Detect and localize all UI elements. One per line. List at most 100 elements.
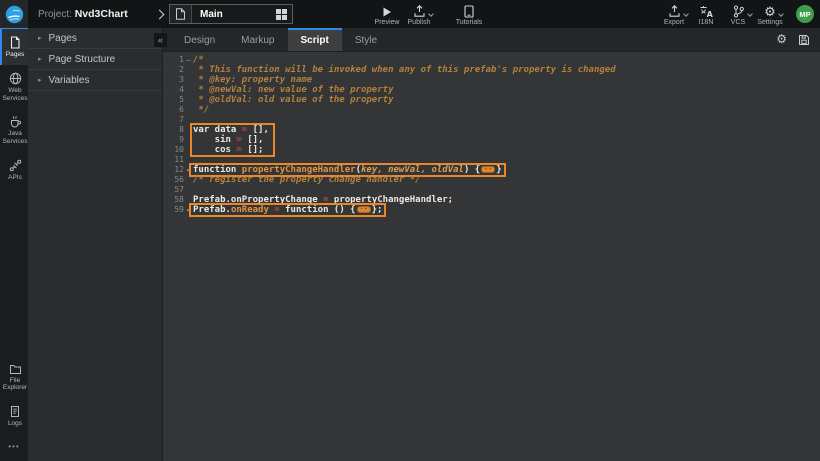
apis-icon: [9, 159, 22, 172]
code-text: /* register the property change handler …: [193, 175, 421, 185]
i18n-button[interactable]: AI18N: [690, 3, 722, 26]
sidebar-item-pages[interactable]: Pages: [0, 28, 28, 65]
sidebar-item-apis[interactable]: APIs: [0, 152, 28, 188]
sidebar-item-java-services[interactable]: Java Services: [0, 108, 28, 152]
pages-grid-icon[interactable]: [270, 5, 292, 23]
vcs-label: VCS: [731, 19, 745, 26]
page-file-icon: [170, 5, 192, 23]
settings-label: Settings: [757, 19, 782, 26]
breadcrumb-chevron-icon: [155, 9, 165, 19]
settings-button[interactable]: ⚙Settings: [754, 3, 786, 26]
fold-marker-icon: [184, 75, 193, 85]
script-code-editor[interactable]: 1–/*2 * This function will be invoked wh…: [163, 52, 820, 461]
tutorials-button[interactable]: Tutorials: [453, 3, 485, 26]
fold-marker-icon: [184, 115, 193, 125]
file-explorer-icon: [9, 363, 22, 375]
vcs-button[interactable]: VCS: [722, 3, 754, 26]
code-line[interactable]: 3 * @key: property name: [163, 75, 820, 85]
project-label: Project:: [38, 9, 72, 20]
fold-marker-icon[interactable]: –: [184, 55, 193, 65]
code-line[interactable]: 8var data = [],: [163, 125, 820, 135]
panel-section-variables[interactable]: ▸Variables: [28, 70, 162, 91]
topbar: Project: Nvd3Chart Main Preview Publish Tu…: [0, 0, 820, 28]
tab-style[interactable]: Style: [342, 28, 390, 51]
sidebar-item-file-explorer[interactable]: File Explorer: [0, 356, 28, 399]
tutorials-icon: [463, 5, 475, 18]
more-options-button[interactable]: •••: [0, 434, 28, 461]
code-line[interactable]: 12▸function propertyChangeHandler(key, n…: [163, 165, 820, 175]
save-button[interactable]: [798, 34, 810, 46]
code-text: var data = [],: [193, 125, 269, 135]
token: function () {: [280, 205, 356, 215]
panel-section-label: Variables: [49, 75, 90, 86]
code-text: * @newVal: new value of the property: [193, 85, 393, 95]
code-line[interactable]: 4 * @newVal: new value of the property: [163, 85, 820, 95]
token: /* register the property change handler …: [193, 175, 421, 185]
publish-button[interactable]: Publish: [403, 3, 435, 26]
tab-design[interactable]: Design: [171, 28, 228, 51]
app-logo[interactable]: [0, 0, 28, 28]
sidebar-item-web-services[interactable]: Web Services: [0, 65, 28, 109]
code-line[interactable]: 1–/*: [163, 55, 820, 65]
code-line[interactable]: 5 * @oldVal: old value of the property: [163, 95, 820, 105]
java-services-icon: [9, 115, 22, 128]
sidebar-item-logs[interactable]: Logs: [0, 398, 28, 434]
i18n-icon: A: [699, 5, 713, 18]
token: /*: [193, 55, 204, 65]
token: };: [372, 205, 383, 215]
token: }: [496, 165, 501, 175]
i18n-label: I18N: [699, 19, 714, 26]
line-number: 59: [167, 205, 184, 215]
studio-app: Project: Nvd3Chart Main Preview Publish Tu…: [0, 0, 820, 461]
line-number: 4: [167, 85, 184, 95]
code-line[interactable]: 9 sin = [],: [163, 135, 820, 145]
code-text: * @key: property name: [193, 75, 312, 85]
chevron-down-icon: [428, 11, 434, 17]
fold-marker-icon: [184, 95, 193, 105]
editor-settings-button[interactable]: ⚙: [776, 33, 787, 46]
pages-icon: [9, 36, 21, 49]
code-line[interactable]: 7: [163, 115, 820, 125]
fold-marker-icon: [184, 105, 193, 115]
panel-section-page-structure[interactable]: ▸Page Structure: [28, 49, 162, 70]
tab-markup[interactable]: Markup: [228, 28, 287, 51]
collapsed-code-widget[interactable]: ··: [481, 166, 495, 173]
code-line[interactable]: 11: [163, 155, 820, 165]
vcs-icon: [732, 5, 745, 18]
sidebar-item-label: Logs: [8, 420, 22, 428]
line-number: 9: [167, 135, 184, 145]
line-number: 7: [167, 115, 184, 125]
line-number: 57: [167, 185, 184, 195]
fold-marker-icon: [184, 195, 193, 205]
export-button[interactable]: Export: [658, 3, 690, 26]
code-text: * @oldVal: old value of the property: [193, 95, 393, 105]
publish-icon: [413, 5, 426, 18]
token: propertyChangeHandler: [242, 165, 356, 175]
fold-marker-icon: [184, 175, 193, 185]
token: function: [193, 165, 242, 175]
line-number: 10: [167, 145, 184, 155]
publish-label: Publish: [408, 19, 431, 26]
code-line[interactable]: 58Prefab.onPropertyChange = propertyChan…: [163, 195, 820, 205]
collapsed-code-widget[interactable]: ··: [357, 206, 371, 213]
code-line[interactable]: 2 * This function will be invoked when a…: [163, 65, 820, 75]
sidebar-item-label: File Explorer: [2, 377, 28, 393]
code-line[interactable]: 57: [163, 185, 820, 195]
code-lines: 1–/*2 * This function will be invoked wh…: [163, 55, 820, 215]
code-text: /*: [193, 55, 204, 65]
line-number: 58: [167, 195, 184, 205]
panel-section-pages[interactable]: ▸Pages: [28, 28, 162, 49]
code-line[interactable]: 10 cos = [];: [163, 145, 820, 155]
page-selector[interactable]: Main: [169, 4, 293, 24]
user-avatar[interactable]: MP: [796, 5, 814, 23]
preview-label: Preview: [375, 19, 400, 26]
preview-button[interactable]: Preview: [371, 3, 403, 26]
code-line[interactable]: 56/* register the property change handle…: [163, 175, 820, 185]
code-line[interactable]: 6 */: [163, 105, 820, 115]
project-name: Nvd3Chart: [75, 8, 128, 20]
tabbar-actions: ⚙: [776, 28, 810, 51]
tab-script[interactable]: Script: [288, 28, 342, 51]
panel-collapse-button[interactable]: «: [154, 33, 167, 47]
code-line[interactable]: 59▸Prefab.onReady = function () {··};: [163, 205, 820, 215]
sidebar-item-label: Web Services: [2, 87, 28, 103]
